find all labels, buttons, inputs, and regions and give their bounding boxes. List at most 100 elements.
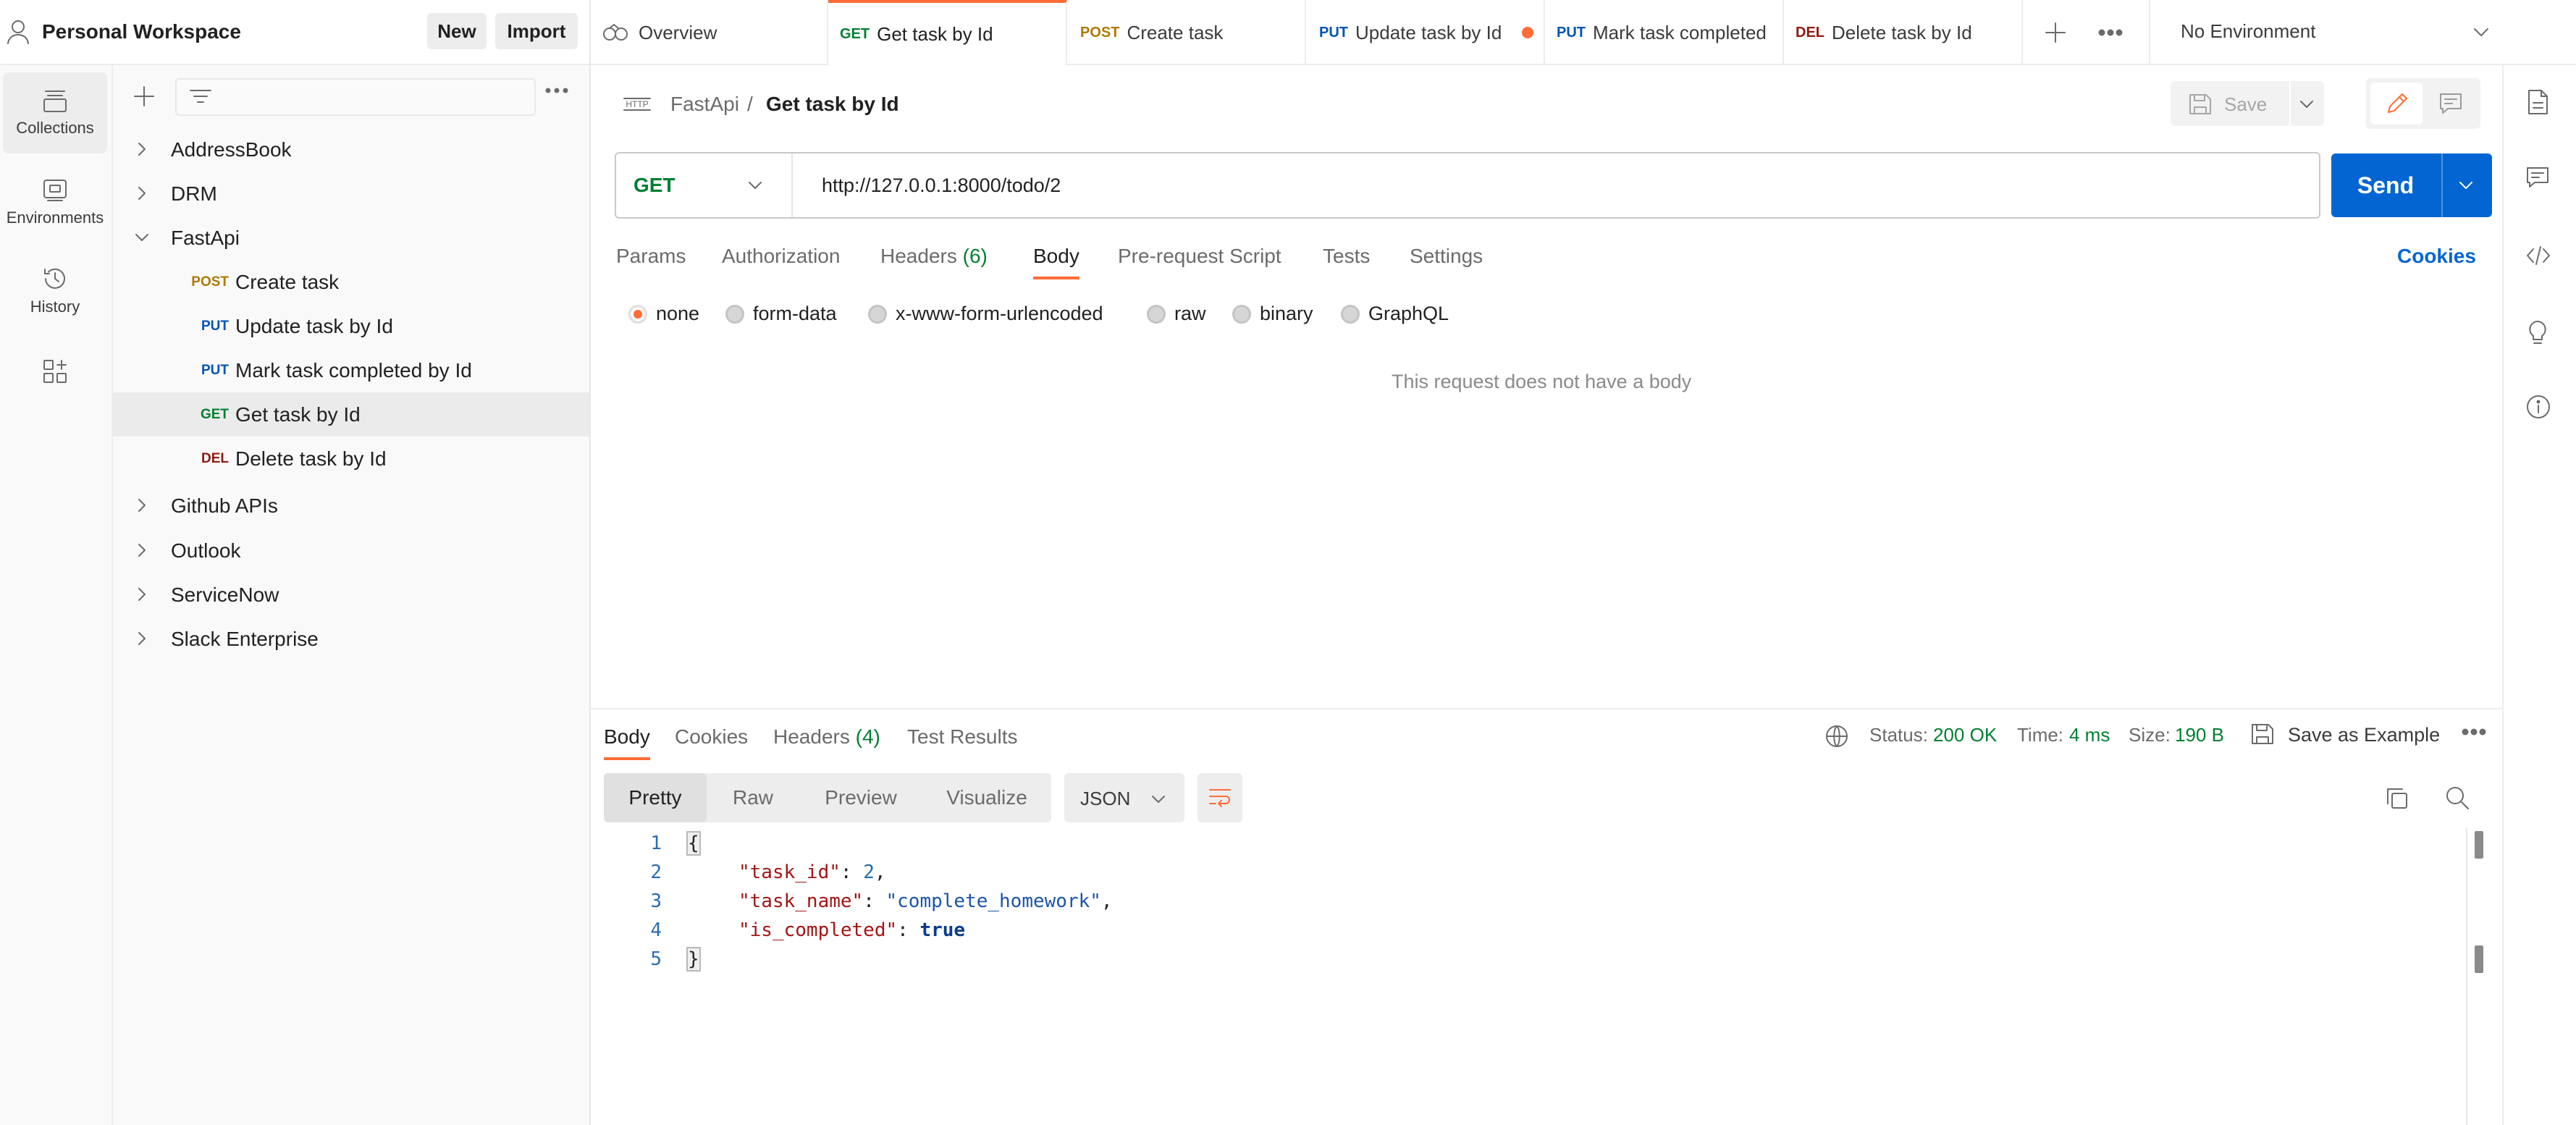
tab-mark-task-completed[interactable]: PUT Mark task completed <box>1545 0 1784 65</box>
new-button[interactable]: New <box>427 13 487 49</box>
collection-drm[interactable]: DRM <box>113 172 589 216</box>
chevron-right-icon <box>133 185 151 202</box>
time-value[interactable]: 4 ms <box>2069 724 2110 746</box>
collection-fastapi[interactable]: FastApi <box>113 216 589 260</box>
copy-icon[interactable] <box>2385 786 2409 811</box>
view-visualize[interactable]: Visualize <box>922 773 1051 822</box>
search-input[interactable] <box>214 78 533 116</box>
tab-label: Overview <box>639 21 717 43</box>
line-number: 1 <box>650 833 662 854</box>
more-icon[interactable] <box>2462 728 2486 736</box>
workspace-header: Personal Workspace New Import <box>0 0 591 65</box>
request-item-delete-task[interactable]: DEL Delete task by Id <box>113 437 589 481</box>
tab-label: Create task <box>1127 21 1224 43</box>
collection-outlook[interactable]: Outlook <box>113 528 589 573</box>
method-select[interactable]: GET <box>616 153 793 217</box>
chevron-down-icon[interactable] <box>2457 177 2475 194</box>
wrap-lines-button[interactable] <box>1197 773 1242 822</box>
size-value[interactable]: 190 B <box>2175 724 2224 746</box>
format-select[interactable]: JSON <box>1064 773 1184 822</box>
response-divider[interactable] <box>591 708 2502 709</box>
send-button[interactable]: Send <box>2331 153 2440 217</box>
tab-overview[interactable]: Overview <box>591 0 828 65</box>
tab-get-task-by-id[interactable]: GET Get task by Id <box>828 0 1067 65</box>
edit-mode-button[interactable] <box>2370 83 2423 125</box>
resp-tab-cookies[interactable]: Cookies <box>675 725 748 749</box>
collection-addressbook[interactable]: AddressBook <box>113 127 589 172</box>
req-tab-settings[interactable]: Settings <box>1410 245 1483 268</box>
code-icon[interactable] <box>2525 245 2551 266</box>
body-type-urlencoded[interactable]: x-www-form-urlencoded <box>868 303 1103 325</box>
status-value[interactable]: 200 OK <box>1933 724 1997 746</box>
method-badge: PUT <box>201 318 229 334</box>
line-number: 3 <box>650 890 662 912</box>
tab-update-task-by-id[interactable]: PUT Update task by Id <box>1306 0 1545 65</box>
comments-icon[interactable] <box>2525 165 2550 190</box>
comment-mode-button[interactable] <box>2427 83 2476 125</box>
view-pretty[interactable]: Pretty <box>604 773 707 822</box>
request-item-create-task[interactable]: POST Create task <box>113 260 589 304</box>
tab-create-task[interactable]: POST Create task <box>1067 0 1306 65</box>
related-lightbulb-icon[interactable] <box>2525 319 2550 347</box>
plus-icon[interactable] <box>132 84 156 109</box>
rail-label: History <box>30 298 80 316</box>
active-tab-indicator <box>1033 277 1079 279</box>
rail-item-collections[interactable]: Collections <box>3 72 107 153</box>
json-brace: } <box>686 947 701 972</box>
more-icon[interactable] <box>544 87 569 94</box>
collection-servicenow[interactable]: ServiceNow <box>113 573 589 617</box>
json-boolean: true <box>919 919 966 941</box>
cookies-link[interactable]: Cookies <box>2397 245 2476 268</box>
collection-github-apis[interactable]: Github APIs <box>113 484 589 528</box>
request-item-update-task[interactable]: PUT Update task by Id <box>113 304 589 348</box>
request-item-mark-completed[interactable]: PUT Mark task completed by Id <box>113 348 589 392</box>
environment-select[interactable]: No Environment <box>2149 0 2576 65</box>
method-badge: DEL <box>1796 24 1824 41</box>
collections-sidebar: AddressBook DRM FastApi POST Create task… <box>113 65 591 1125</box>
wrap-lines-icon <box>1208 786 1232 809</box>
response-body-editor[interactable]: 1 2 3 4 5 { "task_id": 2, "task_name": "… <box>604 830 2457 1119</box>
resp-tab-body[interactable]: Body <box>604 725 650 749</box>
req-tab-params[interactable]: Params <box>616 245 686 268</box>
documentation-icon[interactable] <box>2525 88 2550 116</box>
req-tab-tests[interactable]: Tests <box>1323 245 1370 268</box>
body-type-graphql[interactable]: GraphQL <box>1341 303 1449 325</box>
req-tab-headers[interactable]: Headers (6) <box>880 245 988 268</box>
save-as-example-button[interactable]: Save as Example <box>2288 724 2440 746</box>
rail-item-add-apps[interactable] <box>3 346 107 397</box>
body-type-none[interactable]: none <box>628 303 699 325</box>
breadcrumb-collection[interactable]: FastApi <box>670 93 739 116</box>
req-tab-pre-request-script[interactable]: Pre-request Script <box>1118 245 1281 268</box>
request-label: Create task <box>235 270 340 293</box>
chevron-down-icon[interactable] <box>2298 96 2315 113</box>
new-tab-plus-icon[interactable] <box>2043 20 2068 45</box>
rail-item-environments[interactable]: Environments <box>3 162 107 243</box>
chevron-down-icon <box>1150 791 1167 808</box>
scrollbar-thumb[interactable] <box>2475 831 2483 859</box>
import-button[interactable]: Import <box>495 13 578 49</box>
body-type-form-data[interactable]: form-data <box>725 303 837 325</box>
tab-delete-task-by-id[interactable]: DEL Delete task by Id <box>1784 0 2023 65</box>
tabs-more-icon[interactable] <box>2098 29 2123 36</box>
req-tab-body[interactable]: Body <box>1033 245 1079 268</box>
save-button[interactable]: Save <box>2224 93 2267 116</box>
scrollbar-marker[interactable] <box>2475 945 2483 973</box>
search-icon[interactable] <box>2444 785 2470 811</box>
collection-slack-enterprise[interactable]: Slack Enterprise <box>113 617 589 661</box>
filter-icon[interactable] <box>188 84 213 109</box>
view-raw[interactable]: Raw <box>707 773 799 822</box>
body-type-raw[interactable]: raw <box>1147 303 1206 325</box>
body-type-binary[interactable]: binary <box>1232 303 1313 325</box>
request-item-get-task[interactable]: GET Get task by Id <box>113 392 589 437</box>
url-input[interactable] <box>822 168 2299 203</box>
request-title[interactable]: Get task by Id <box>766 93 899 116</box>
workspace-name[interactable]: Personal Workspace <box>42 20 241 43</box>
user-icon[interactable] <box>6 19 30 45</box>
rail-item-history[interactable]: History <box>3 250 107 332</box>
req-tab-authorization[interactable]: Authorization <box>722 245 840 268</box>
resp-tab-test-results[interactable]: Test Results <box>907 725 1018 749</box>
view-preview[interactable]: Preview <box>799 773 922 822</box>
resp-tab-headers[interactable]: Headers (4) <box>773 725 880 749</box>
info-icon[interactable] <box>2525 394 2551 420</box>
globe-icon[interactable] <box>1824 724 1849 749</box>
